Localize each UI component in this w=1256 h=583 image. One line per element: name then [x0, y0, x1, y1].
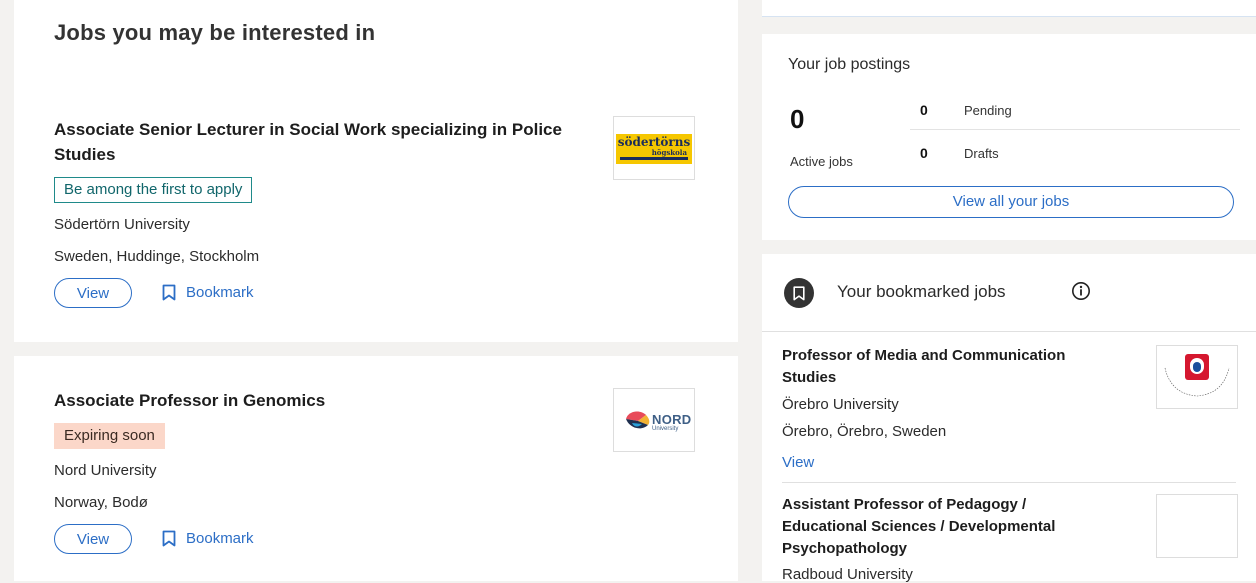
job-location: Norway, Bodø	[54, 494, 148, 511]
institution-name: Örebro University	[782, 396, 899, 413]
divider	[782, 482, 1236, 483]
job-card: Associate Senior Lecturer in Social Work…	[14, 76, 738, 342]
institution-name: Radboud University	[782, 566, 913, 583]
bookmark-label: Bookmark	[186, 530, 254, 547]
drafts-count: 0	[920, 145, 928, 161]
bookmark-icon	[162, 530, 176, 547]
status-badge: Be among the first to apply	[54, 177, 253, 203]
divider	[762, 331, 1256, 332]
sodertorn-logo-mark: södertörns högskola	[616, 134, 692, 164]
logo-subtext: högskola	[651, 148, 687, 157]
orebro-logo	[1156, 345, 1238, 409]
info-icon[interactable]	[1071, 281, 1091, 301]
bookmarks-title: Your bookmarked jobs	[837, 282, 1006, 301]
bookmark-button[interactable]: Bookmark	[162, 284, 254, 301]
right-top-card	[762, 0, 1256, 17]
view-button[interactable]: View	[54, 524, 132, 554]
logo-subtext: University	[652, 426, 679, 432]
job-location: Örebro, Örebro, Sweden	[782, 423, 947, 440]
active-jobs-label: Active jobs	[790, 154, 853, 169]
institution-name: Södertörn University	[54, 216, 190, 233]
view-button[interactable]: View	[54, 278, 132, 308]
job-location: Sweden, Huddinge, Stockholm	[54, 248, 260, 265]
bookmark-icon	[784, 278, 814, 308]
job-title[interactable]: Associate Professor in Genomics	[54, 388, 594, 413]
nord-logo: NORD University	[613, 388, 695, 452]
job-title[interactable]: Associate Senior Lecturer in Social Work…	[54, 117, 614, 167]
bookmarked-job-title[interactable]: Assistant Professor of Pedagogy /	[782, 494, 1026, 516]
logo-text: NORD	[652, 412, 692, 427]
status-badge: Expiring soon	[54, 423, 165, 449]
drafts-label[interactable]: Drafts	[964, 146, 999, 161]
bookmark-label: Bookmark	[186, 284, 254, 301]
bookmarked-job-title-cont[interactable]: Studies	[782, 367, 836, 389]
view-all-jobs-button[interactable]: View all your jobs	[788, 186, 1234, 218]
institution-name: Nord University	[54, 462, 157, 479]
radboud-logo	[1156, 494, 1238, 558]
job-card: Associate Professor in Genomics Expiring…	[14, 356, 738, 581]
nord-logo-mark	[626, 411, 650, 429]
orebro-logo-mark	[1164, 354, 1230, 397]
view-link[interactable]: View	[782, 454, 814, 471]
bookmark-icon	[162, 284, 176, 301]
job-postings-card: Your job postings 0 Active jobs 0 Pendin…	[762, 34, 1256, 240]
divider	[910, 129, 1240, 130]
left-margin	[0, 0, 14, 581]
logo-text: södertörns	[617, 135, 691, 149]
bookmark-button[interactable]: Bookmark	[162, 530, 254, 547]
bookmarked-job-title-cont[interactable]: Educational Sciences / Developmental	[782, 516, 1055, 538]
jobs-section-header: Jobs you may be interested in	[14, 0, 738, 76]
active-jobs-count: 0	[790, 104, 805, 134]
bookmarked-jobs-card: Your bookmarked jobs Professor of Media …	[762, 254, 1256, 583]
sodertorn-logo: södertörns högskola	[613, 116, 695, 180]
pending-label[interactable]: Pending	[964, 103, 1012, 118]
pending-count: 0	[920, 102, 928, 118]
bookmarked-job-title-cont[interactable]: Psychopathology	[782, 538, 907, 560]
bookmarked-job-title[interactable]: Professor of Media and Communication	[782, 345, 1065, 367]
logo-bar	[620, 157, 688, 160]
postings-title: Your job postings	[788, 56, 911, 73]
section-title: Jobs you may be interested in	[54, 20, 376, 45]
